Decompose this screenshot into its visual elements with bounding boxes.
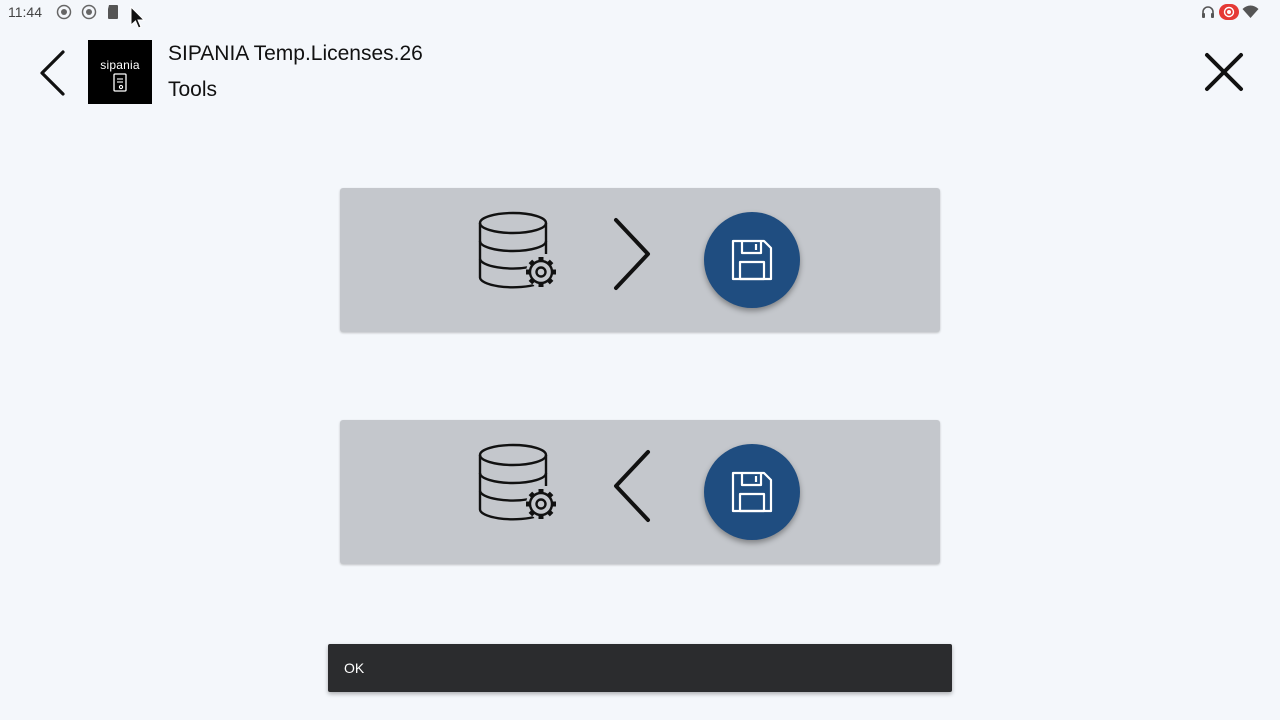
chevron-left-icon bbox=[608, 448, 656, 529]
headset-icon bbox=[1200, 4, 1216, 25]
export-to-file-button[interactable] bbox=[340, 188, 940, 332]
app-title: SIPANIA Temp.Licenses.26 bbox=[168, 42, 423, 65]
chevron-left-icon bbox=[40, 50, 65, 96]
status-time: 11:44 bbox=[8, 4, 42, 20]
close-icon bbox=[1205, 53, 1243, 91]
import-from-file-button[interactable] bbox=[340, 420, 940, 564]
save-file-badge bbox=[704, 444, 800, 540]
floppy-disk-icon bbox=[731, 471, 773, 513]
logo-text: sipania bbox=[100, 58, 140, 72]
snackbar-message: OK bbox=[344, 660, 365, 676]
database-gear-icon bbox=[478, 210, 564, 299]
screen: 11:44 sipania SIPANIA Temp.Licenses.26 T… bbox=[0, 0, 1280, 720]
chevron-right-icon bbox=[608, 216, 656, 297]
snackbar: OK bbox=[328, 644, 952, 692]
database-gear-icon bbox=[478, 442, 564, 531]
sd-card-icon bbox=[106, 4, 120, 25]
mouse-cursor-icon bbox=[130, 5, 146, 35]
page-subtitle: Tools bbox=[168, 78, 218, 101]
document-icon bbox=[113, 73, 127, 92]
record-dot-icon bbox=[56, 4, 72, 25]
back-button[interactable] bbox=[34, 48, 74, 98]
wifi-icon bbox=[1242, 4, 1259, 25]
save-file-badge bbox=[704, 212, 800, 308]
close-button[interactable] bbox=[1200, 48, 1248, 96]
floppy-disk-icon bbox=[731, 239, 773, 281]
screen-record-icon bbox=[1219, 4, 1239, 25]
app-logo: sipania bbox=[88, 40, 152, 104]
record-dot-icon bbox=[81, 4, 97, 25]
status-bar: 11:44 bbox=[0, 0, 1280, 29]
